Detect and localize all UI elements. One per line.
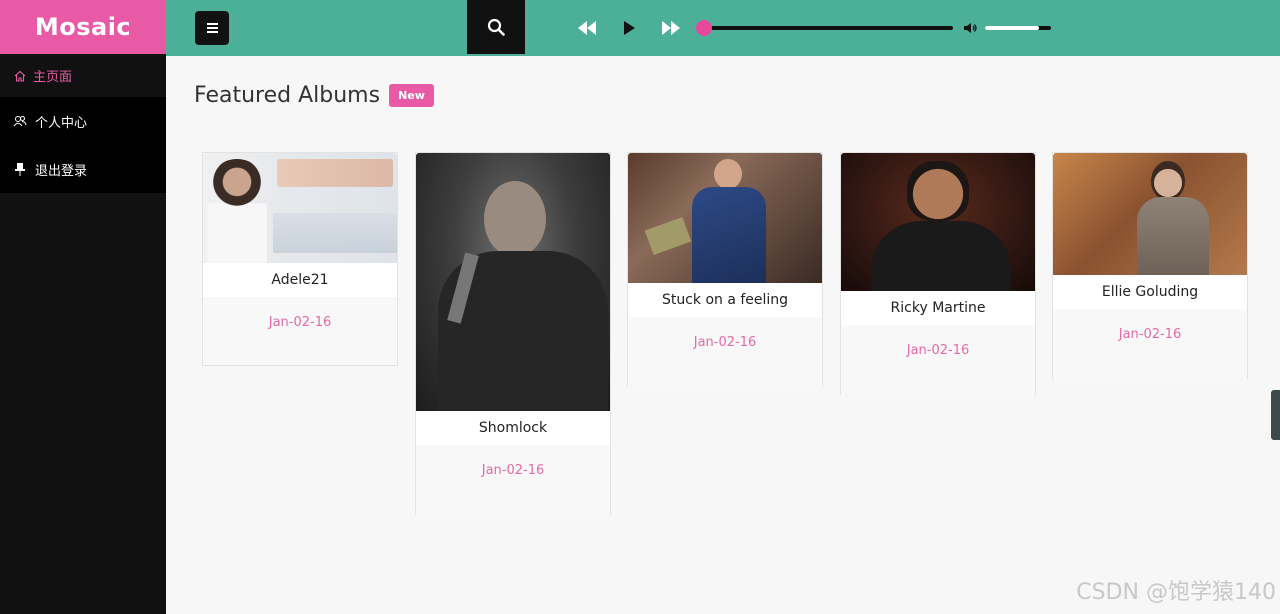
side-scroll-handle[interactable] [1271, 390, 1280, 440]
sidebar: 主页面 个人中心 退出登录 [0, 54, 166, 614]
album-date-box: Jan-02-16 [203, 297, 397, 365]
top-bar: Mosaic [0, 0, 1280, 56]
album-card[interactable]: Stuck on a feeling Jan-02-16 [627, 152, 823, 387]
rewind-icon [578, 21, 596, 35]
album-cover [628, 153, 822, 283]
audio-player [570, 0, 1051, 56]
brand-logo[interactable]: Mosaic [0, 0, 166, 54]
sidebar-item-label: 个人中心 [35, 115, 88, 131]
album-date-box: Jan-02-16 [841, 325, 1035, 395]
users-icon [13, 114, 27, 128]
search-button[interactable] [467, 0, 525, 54]
album-date: Jan-02-16 [481, 463, 545, 478]
volume-level [985, 26, 1040, 30]
page-title-text: Featured Albums [194, 83, 381, 108]
album-date: Jan-02-16 [693, 335, 757, 350]
album-cover [416, 153, 610, 411]
sidebar-item-logout[interactable]: 退出登录 [0, 145, 166, 193]
sidebar-item-label: 退出登录 [35, 163, 88, 179]
album-name: Adele21 [203, 263, 397, 297]
sidebar-item-home[interactable]: 主页面 [0, 54, 166, 97]
album-cover [1053, 153, 1247, 275]
page-title: Featured Albums New [194, 83, 434, 108]
progress-knob[interactable] [696, 20, 712, 36]
album-date-box: Jan-02-16 [1053, 309, 1247, 379]
sidebar-item-profile[interactable]: 个人中心 [0, 97, 166, 145]
album-card[interactable]: Ellie Goluding Jan-02-16 [1052, 152, 1248, 379]
album-name: Shomlock [416, 411, 610, 445]
hamburger-menu-icon [206, 23, 218, 25]
new-badge: New [389, 84, 434, 107]
rewind-button[interactable] [576, 17, 598, 39]
album-cover [841, 153, 1035, 291]
play-button[interactable] [618, 17, 640, 39]
home-icon [13, 69, 27, 83]
album-date-box: Jan-02-16 [416, 445, 610, 515]
watermark: CSDN @饱学猿140 [1076, 580, 1276, 605]
album-name: Ricky Martine [841, 291, 1035, 325]
album-card[interactable]: Ricky Martine Jan-02-16 [840, 152, 1036, 395]
album-card[interactable]: Adele21 Jan-02-16 [202, 152, 398, 366]
album-date: Jan-02-16 [906, 343, 970, 358]
sidebar-item-label: 主页面 [33, 70, 73, 85]
album-date-box: Jan-02-16 [628, 317, 822, 387]
hamburger-menu-button[interactable] [195, 11, 229, 45]
album-name: Ellie Goluding [1053, 275, 1247, 309]
volume-slider[interactable] [985, 26, 1051, 30]
volume-icon[interactable] [963, 20, 979, 36]
album-name: Stuck on a feeling [628, 283, 822, 317]
pin-icon [13, 162, 27, 176]
album-date: Jan-02-16 [1118, 327, 1182, 342]
play-icon [624, 21, 635, 35]
album-date: Jan-02-16 [268, 315, 332, 330]
album-card[interactable]: Shomlock Jan-02-16 [415, 152, 611, 515]
progress-bar[interactable] [696, 20, 953, 36]
fast-forward-icon [662, 21, 680, 35]
fast-forward-button[interactable] [660, 17, 682, 39]
search-icon [487, 18, 505, 36]
album-cover [203, 153, 397, 263]
